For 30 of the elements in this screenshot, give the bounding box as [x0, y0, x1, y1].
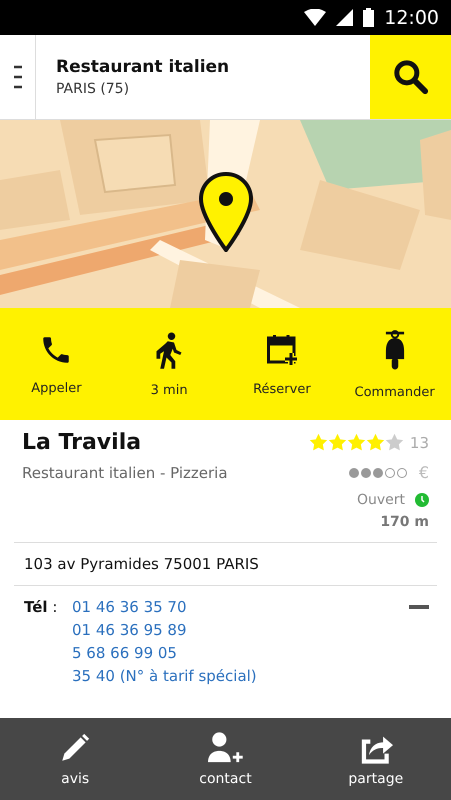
wifi-icon — [304, 9, 326, 26]
phone-number-link[interactable]: 01 46 36 35 70 — [72, 598, 187, 616]
search-button[interactable] — [370, 35, 451, 119]
toolbar-button[interactable]: contact — [150, 718, 301, 800]
action-button[interactable]: Réserver — [226, 308, 338, 420]
phone-number-link[interactable]: 01 46 36 95 89 — [72, 621, 187, 639]
toolbar-button[interactable]: avis — [0, 718, 150, 800]
price-symbol: € — [418, 463, 429, 482]
clock-time: 12:00 — [384, 6, 439, 28]
toolbar-button[interactable]: partage — [300, 718, 451, 800]
opening-status: Ouvert — [356, 492, 405, 508]
review-count: 13 — [410, 434, 429, 452]
place-name: La Travila — [22, 430, 142, 455]
phone-label: Tél : — [24, 598, 58, 616]
add-person-icon — [205, 731, 246, 765]
signal-icon — [336, 9, 354, 26]
search-query[interactable]: Restaurant italien — [56, 57, 370, 77]
distance: 170 m — [380, 514, 429, 530]
action-button[interactable]: Appeler — [0, 308, 113, 420]
walking-person-icon — [154, 330, 184, 368]
place-category: Restaurant italien - Pizzeria — [22, 464, 228, 482]
menu-icon — [14, 64, 22, 90]
phone-number-link[interactable]: 5 68 66 99 05 — [72, 644, 177, 662]
battery-icon — [363, 8, 374, 27]
map-pin-icon — [198, 172, 254, 252]
address: 103 av Pyramides 75001 PARIS — [23, 554, 260, 575]
action-button[interactable]: Commander — [338, 308, 451, 420]
phone-number-link[interactable]: 35 40 (N° à tarif spécial) — [72, 667, 257, 685]
search-location[interactable]: PARIS (75) — [56, 81, 370, 97]
action-button[interactable]: 3 min — [112, 308, 226, 420]
